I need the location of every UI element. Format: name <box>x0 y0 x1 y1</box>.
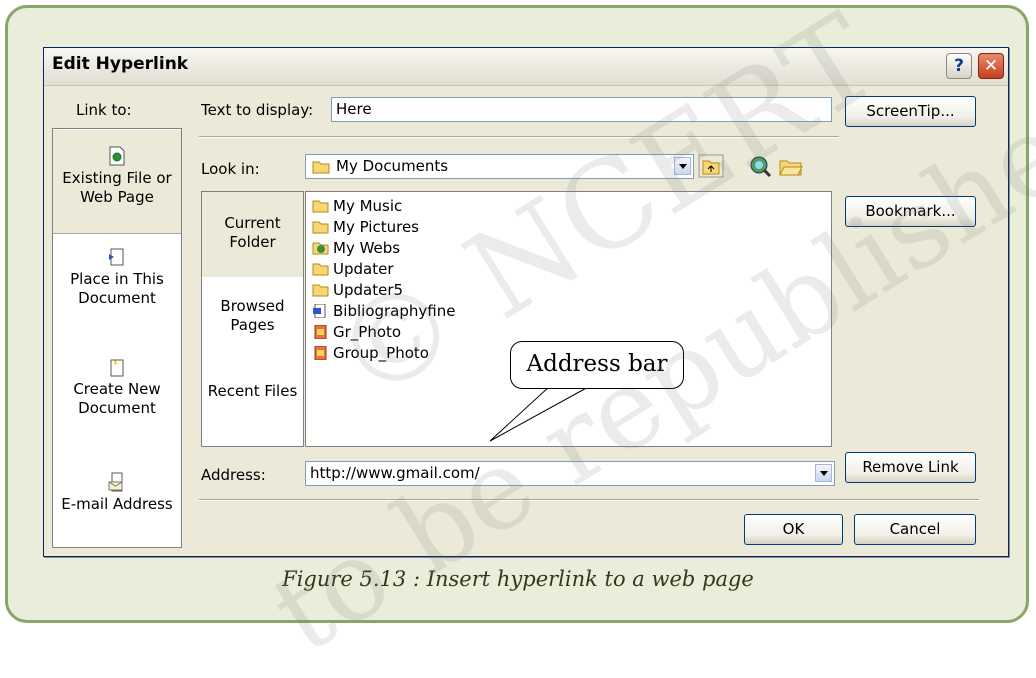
look-panel: Current Folder Browsed Pages Recent File… <box>201 191 304 447</box>
help-button[interactable]: ? <box>946 53 972 79</box>
word-document-icon <box>313 304 326 318</box>
look-in-label: Look in: <box>201 160 260 178</box>
file-name: My Webs <box>333 239 401 257</box>
screentip-button[interactable]: ScreenTip... <box>845 96 976 127</box>
look-in-dropdown[interactable]: My Documents <box>305 154 694 179</box>
web-folder-icon <box>312 242 329 255</box>
list-item[interactable]: My Music <box>312 196 402 217</box>
figure-caption: Figure 5.13 : Insert hyperlink to a web … <box>282 567 754 591</box>
link-to-existing-file-label: Existing File or Web Page <box>62 169 172 206</box>
current-folder-tab[interactable]: Current Folder <box>202 192 303 277</box>
list-item[interactable]: My Pictures <box>312 217 419 238</box>
look-in-value: My Documents <box>336 157 449 175</box>
link-to-bar: Existing File or Web Page Place in This … <box>52 128 182 548</box>
callout-pointer <box>489 385 591 442</box>
link-to-existing-file[interactable]: Existing File or Web Page <box>53 129 181 234</box>
remove-link-button[interactable]: Remove Link <box>845 452 976 483</box>
list-item[interactable]: Group_Photo <box>312 343 429 364</box>
chevron-down-icon[interactable] <box>674 157 691 175</box>
file-name: My Pictures <box>333 218 419 236</box>
address-value: http://www.gmail.com/ <box>310 464 480 482</box>
browsed-pages-tab[interactable]: Browsed Pages <box>202 297 303 357</box>
file-name: Group_Photo <box>333 344 429 362</box>
browse-file-icon[interactable] <box>778 154 804 178</box>
email-icon <box>108 472 123 492</box>
bookmark-button[interactable]: Bookmark... <box>845 196 976 227</box>
file-name: My Music <box>333 197 403 215</box>
divider <box>199 136 839 138</box>
close-button[interactable]: ✕ <box>978 53 1004 79</box>
list-item[interactable]: Bibliographyfine <box>312 301 455 322</box>
list-item[interactable]: Updater <box>312 259 394 280</box>
link-to-place-in-document[interactable]: Place in This Document <box>53 247 181 347</box>
link-to-create-new-document-label: Create New Document <box>73 380 161 417</box>
title-bar: Edit Hyperlink ? ✕ <box>44 48 1008 86</box>
image-file-icon <box>314 346 327 360</box>
text-to-display-input[interactable]: Here <box>331 97 832 122</box>
folder-icon <box>312 221 329 234</box>
folder-icon <box>312 200 329 213</box>
link-to-email-address[interactable]: E-mail Address <box>53 472 181 542</box>
file-name: Updater5 <box>333 281 404 299</box>
link-to-place-in-document-label: Place in This Document <box>70 270 164 307</box>
link-to-email-address-label: E-mail Address <box>61 495 173 513</box>
list-item[interactable]: Updater5 <box>312 280 403 301</box>
ok-button[interactable]: OK <box>744 514 843 545</box>
divider <box>199 499 979 501</box>
image-file-icon <box>314 325 327 339</box>
cancel-button[interactable]: Cancel <box>854 514 976 545</box>
file-name: Gr_Photo <box>333 323 402 341</box>
link-to-heading: Link to: <box>76 101 132 119</box>
dialog-title: Edit Hyperlink <box>52 54 189 74</box>
link-to-create-new-document[interactable]: Create New Document <box>53 357 181 457</box>
up-folder-icon[interactable] <box>698 154 724 178</box>
folder-icon <box>312 161 330 174</box>
folder-icon <box>312 263 329 276</box>
file-name: Bibliographyfine <box>333 302 456 320</box>
new-document-icon <box>110 358 124 377</box>
text-to-display-label: Text to display: <box>201 101 314 119</box>
list-item[interactable]: My Webs <box>312 238 400 259</box>
web-page-icon <box>109 146 125 166</box>
edit-hyperlink-dialog: Edit Hyperlink ? ✕ Link to: Existing Fil… <box>43 47 1009 557</box>
address-bar-callout: Address bar <box>510 341 684 389</box>
recent-files-tab[interactable]: Recent Files <box>202 382 303 442</box>
address-label: Address: <box>201 466 266 484</box>
folder-icon <box>312 284 329 297</box>
list-item[interactable]: Gr_Photo <box>312 322 401 343</box>
address-input[interactable]: http://www.gmail.com/ <box>305 461 835 486</box>
chevron-down-icon[interactable] <box>815 464 832 482</box>
browse-web-icon[interactable] <box>747 154 773 178</box>
file-name: Updater <box>333 260 394 278</box>
document-place-icon <box>109 248 124 266</box>
